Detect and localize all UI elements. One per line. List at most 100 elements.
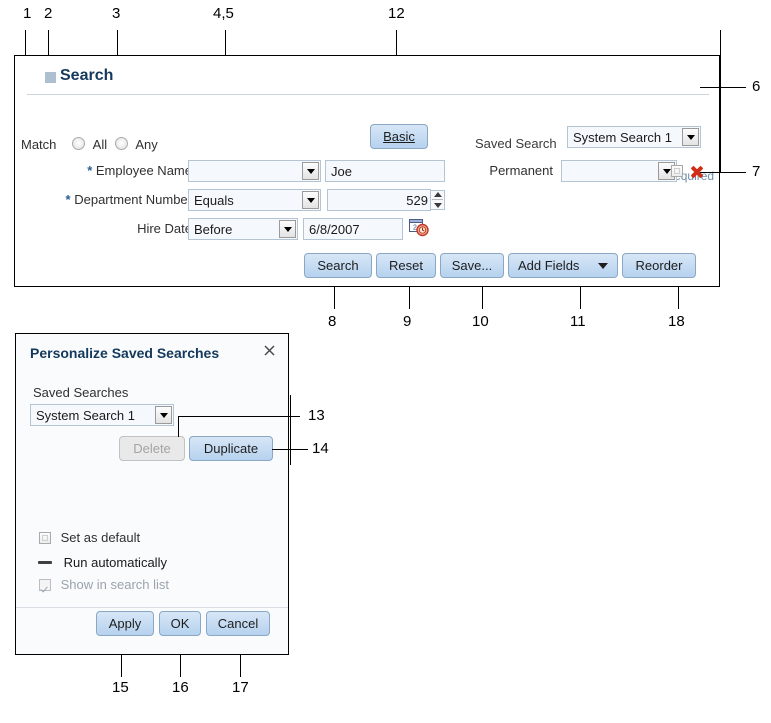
callout-line-15 — [121, 655, 122, 677]
department-number-required-star: * — [65, 192, 71, 207]
callout-15: 15 — [112, 679, 129, 696]
callout-line-13-14-vertical — [290, 395, 291, 465]
saved-searches-dropdown[interactable]: System Search 1 — [30, 404, 174, 426]
callout-line-10 — [482, 287, 483, 309]
cancel-button[interactable]: Cancel — [206, 611, 270, 636]
search-button-label: Search — [317, 258, 359, 273]
run-automatically-row[interactable]: Run automatically — [38, 555, 167, 570]
ok-button-label: OK — [170, 616, 190, 631]
personalize-saved-searches-dialog: Personalize Saved Searches Saved Searche… — [15, 333, 289, 655]
callout-line-17 — [240, 655, 241, 677]
dialog-title: Personalize Saved Searches — [30, 345, 220, 361]
show-in-search-list-row: Show in search list — [39, 577, 169, 592]
employee-name-required-star: * — [87, 163, 93, 178]
delete-button[interactable]: Delete — [119, 436, 185, 461]
apply-button-label: Apply — [108, 616, 142, 631]
permanent-label: Permanent — [431, 163, 553, 178]
chevron-down-icon[interactable] — [302, 191, 319, 209]
match-radio-all-label: All — [92, 137, 108, 152]
add-fields-button-label: Add Fields — [518, 258, 580, 273]
callout-line-6-vertical — [720, 30, 721, 173]
show-in-search-list-checkbox — [39, 579, 51, 591]
reset-button[interactable]: Reset — [376, 253, 436, 278]
save-button-label: Save... — [451, 258, 493, 273]
triangle-collapse-icon[interactable] — [45, 72, 56, 83]
reset-button-label: Reset — [389, 258, 423, 273]
search-button[interactable]: Search — [304, 253, 372, 278]
employee-name-input[interactable]: Joe — [325, 160, 445, 182]
department-number-stepper[interactable] — [431, 190, 445, 210]
chevron-down-icon[interactable] — [302, 162, 319, 180]
callout-10: 10 — [472, 313, 489, 330]
dialog-footer-divider — [16, 607, 288, 608]
saved-search-value: System Search 1 — [573, 129, 672, 145]
match-radio-any-label: Any — [135, 137, 158, 152]
callout-17: 17 — [232, 679, 249, 696]
callout-line-11 — [580, 287, 581, 309]
stepper-divider — [432, 199, 443, 201]
saved-search-label: Saved Search — [475, 136, 557, 151]
match-radio-any[interactable] — [114, 137, 128, 150]
callout-line-7 — [700, 172, 746, 173]
show-in-search-list-label: Show in search list — [60, 577, 170, 592]
stepper-down-icon[interactable] — [433, 202, 442, 208]
callout-line-16 — [180, 655, 181, 677]
department-number-value: 529 — [406, 192, 428, 208]
permanent-checkbox[interactable] — [671, 165, 683, 177]
callout-12: 12 — [388, 5, 405, 22]
delete-x-icon[interactable] — [690, 164, 704, 178]
reorder-button[interactable]: Reorder — [622, 253, 696, 278]
callout-line-18 — [678, 287, 679, 309]
callout-9: 9 — [403, 313, 412, 330]
search-panel-header: Search — [15, 56, 719, 95]
department-number-operator-value: Equals — [194, 192, 234, 208]
callout-6: 6 — [752, 78, 761, 95]
cancel-button-label: Cancel — [217, 616, 259, 631]
permanent-operator-dropdown[interactable] — [561, 160, 677, 182]
hire-date-label: Hire Date — [35, 221, 192, 236]
add-fields-button[interactable]: Add Fields — [508, 253, 618, 278]
employee-name-label-text: Employee Name — [95, 163, 192, 178]
callout-8: 8 — [328, 313, 337, 330]
stepper-up-icon[interactable] — [433, 192, 442, 198]
callout-2: 2 — [44, 5, 53, 22]
callout-line-1 — [25, 30, 26, 58]
callout-14: 14 — [312, 440, 329, 457]
hire-date-value: 6/8/2007 — [309, 221, 360, 237]
chevron-down-icon[interactable] — [155, 406, 172, 424]
chevron-down-icon[interactable] — [598, 262, 608, 269]
permanent-label-text: Permanent — [489, 163, 553, 178]
match-radio-all[interactable] — [72, 137, 86, 150]
duplicate-button[interactable]: Duplicate — [189, 436, 273, 461]
callout-line-8 — [334, 287, 335, 309]
set-as-default-label: Set as default — [60, 530, 141, 545]
hire-date-operator-dropdown[interactable]: Before — [188, 218, 298, 240]
employee-name-value: Joe — [331, 163, 352, 179]
save-button[interactable]: Save... — [440, 253, 504, 278]
callout-4-5: 4,5 — [213, 5, 234, 22]
callout-16: 16 — [172, 679, 189, 696]
department-number-input[interactable]: 529 — [327, 189, 431, 211]
close-icon[interactable] — [263, 344, 276, 364]
hire-date-input[interactable]: 6/8/2007 — [303, 218, 403, 240]
hire-date-operator-value: Before — [194, 221, 233, 237]
employee-name-label: * Employee Name — [35, 163, 192, 178]
basic-mode-button[interactable]: Basic — [370, 124, 428, 149]
ok-button[interactable]: OK — [159, 611, 201, 636]
department-number-operator-dropdown[interactable]: Equals — [188, 189, 321, 211]
employee-name-operator-dropdown[interactable] — [188, 160, 321, 182]
search-panel: Search Basic Saved Search System Search … — [14, 55, 720, 287]
set-as-default-checkbox[interactable] — [39, 532, 51, 544]
saved-search-dropdown[interactable]: System Search 1 — [567, 126, 701, 148]
calendar-clock-icon[interactable]: 2 — [409, 218, 429, 237]
chevron-down-icon[interactable] — [279, 220, 296, 238]
chevron-down-icon[interactable] — [682, 128, 699, 146]
set-as-default-row[interactable]: Set as default — [39, 530, 140, 545]
duplicate-button-label: Duplicate — [203, 441, 259, 456]
saved-searches-value: System Search 1 — [36, 407, 135, 423]
callout-line-6 — [700, 87, 746, 88]
run-automatically-checkbox[interactable] — [38, 561, 52, 564]
header-divider — [27, 94, 709, 95]
callout-3: 3 — [112, 5, 121, 22]
apply-button[interactable]: Apply — [96, 611, 154, 636]
